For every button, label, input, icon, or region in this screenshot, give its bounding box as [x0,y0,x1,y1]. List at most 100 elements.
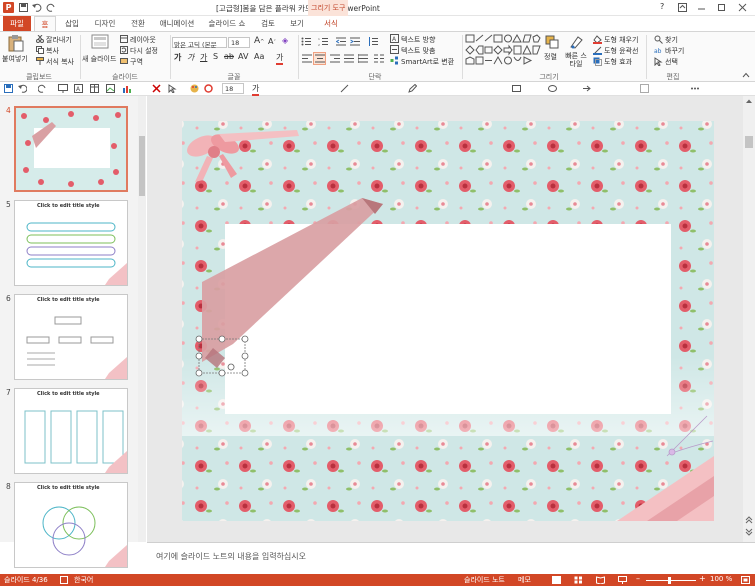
reset-icon[interactable] [120,46,128,54]
normal-view-icon[interactable] [552,576,561,584]
shapes-gallery[interactable] [465,34,541,66]
layout-button[interactable]: 레이아웃 [130,35,156,45]
chart-icon[interactable] [122,84,131,93]
shape-select-icon[interactable] [168,84,177,93]
underline-button[interactable]: 가 [200,52,207,63]
paste-button[interactable]: 붙여넣기 [2,54,28,64]
restore-icon[interactable] [717,3,726,12]
paste-icon[interactable] [8,34,24,52]
strikethrough-button[interactable]: ab [224,52,234,61]
tab-animations[interactable]: 애니메이션 [156,16,198,31]
qat-font-size-select[interactable]: 18 [222,83,244,94]
shape-effects-button[interactable]: 도형 효과 [604,57,632,67]
table-icon[interactable] [90,84,99,93]
new-slide-button[interactable]: 새 슬라이드 [82,54,116,64]
replace-icon[interactable]: ab [654,46,663,55]
section-button[interactable]: 구역 [130,57,143,67]
language-indicator[interactable]: 한국어 [74,575,93,585]
slideshow-view-icon[interactable] [618,576,627,584]
shape-outline-button[interactable]: 도형 윤곽선 [604,46,638,56]
close-icon[interactable] [738,3,747,12]
align-right-icon[interactable] [330,54,340,63]
notes-pane[interactable]: 여기에 슬라이드 노트의 내용을 입력하십시오 [147,542,755,574]
color-palette-icon[interactable] [190,84,199,93]
text-box-icon[interactable]: A [74,84,83,93]
comments-button[interactable]: 메모 [518,575,531,585]
arrange-button[interactable]: 정렬 [544,52,557,62]
fit-slide-icon[interactable] [741,576,750,584]
zoom-out-button[interactable]: – [636,574,640,583]
text-direction-icon[interactable]: A [390,34,399,43]
minimize-icon[interactable] [697,3,706,12]
tab-format[interactable]: 서식 [316,16,346,31]
notes-placeholder[interactable]: 여기에 슬라이드 노트의 내용을 입력하십시오 [156,551,306,562]
zoom-slider[interactable] [646,577,696,584]
grow-font-button[interactable]: A^ [254,36,264,46]
slide-thumbnail-8[interactable]: Click to edit title style [14,482,128,568]
text-direction-button[interactable]: 텍스트 방향 [401,35,435,45]
tab-home[interactable]: 홈 [34,16,56,31]
slide-thumbnail-6[interactable]: Click to edit title style [14,294,128,380]
reading-view-icon[interactable] [596,576,605,584]
qat-font-color-button[interactable]: 가 [252,83,260,96]
picture-icon[interactable] [106,84,115,93]
slide-thumbnail-7[interactable]: Click to edit title style [14,388,128,474]
slide-sorter-icon[interactable] [574,576,583,584]
pen-icon[interactable] [408,84,417,93]
redo-icon[interactable] [38,84,47,93]
slide-thumbnail-5[interactable]: Click to edit title style [14,200,128,286]
replace-button[interactable]: 바꾸기 [665,46,684,56]
shrink-font-button[interactable]: Aˇ [268,37,276,46]
font-size-select[interactable]: 18 [228,37,250,48]
tab-view[interactable]: 보기 [285,16,309,31]
shadow-button[interactable]: S [213,52,218,61]
arrange-icon[interactable] [545,35,559,49]
spell-check-icon[interactable] [60,576,68,584]
line-tool-icon[interactable] [340,84,349,93]
zoom-in-button[interactable]: + [699,574,706,583]
justify-icon[interactable] [344,54,354,63]
font-family-select[interactable]: 맑은 고딕 (본문 [172,37,227,49]
tab-design[interactable]: 디자인 [89,16,121,31]
cut-icon[interactable] [36,35,44,43]
zoom-level[interactable]: 100 % [710,575,732,583]
quick-styles-icon[interactable] [570,35,584,49]
bold-button[interactable]: 가 [174,52,181,63]
zoom-slider-thumb[interactable] [668,577,671,584]
find-button[interactable]: 찾기 [665,35,678,45]
copy-button[interactable]: 복사 [46,46,59,56]
save-icon[interactable] [4,84,13,93]
save-icon[interactable] [19,3,28,12]
redo-icon[interactable] [46,3,56,12]
help-button[interactable]: ? [660,2,664,11]
tab-insert[interactable]: 삽입 [60,16,84,31]
columns-icon[interactable] [374,54,384,63]
ellipse-icon[interactable] [548,84,557,93]
next-slide-icon[interactable] [745,528,753,536]
tab-transitions[interactable]: 전환 [126,16,150,31]
layout-icon[interactable] [120,35,128,43]
smartart-icon[interactable] [390,56,399,65]
editor-vertical-scrollbar[interactable] [743,96,755,542]
new-slide-icon[interactable] [91,34,109,50]
thumbnail-scroll-thumb[interactable] [139,136,145,196]
align-text-icon[interactable] [390,45,399,54]
smartart-button[interactable]: SmartArt로 변환 [401,57,454,67]
editor-scroll-thumb[interactable] [745,136,753,148]
shape-outline-icon[interactable] [593,46,602,55]
reset-button[interactable]: 다시 설정 [130,46,158,56]
select-icon[interactable] [654,57,663,66]
format-painter-button[interactable]: 서식 복사 [46,57,74,67]
align-text-button[interactable]: 텍스트 맞춤 [401,46,435,56]
change-case-button[interactable]: Aa [254,52,264,61]
increase-indent-icon[interactable] [350,37,360,46]
undo-icon[interactable] [32,3,42,12]
copy-icon[interactable] [36,46,44,54]
group-icon[interactable] [640,84,649,93]
shape-effects-icon[interactable] [593,57,602,66]
italic-button[interactable]: 가 [187,52,194,63]
slide-thumbnail-4[interactable] [14,106,128,192]
scroll-up-icon[interactable] [745,98,753,104]
distributed-icon[interactable] [358,54,368,63]
bullets-icon[interactable] [301,37,311,46]
